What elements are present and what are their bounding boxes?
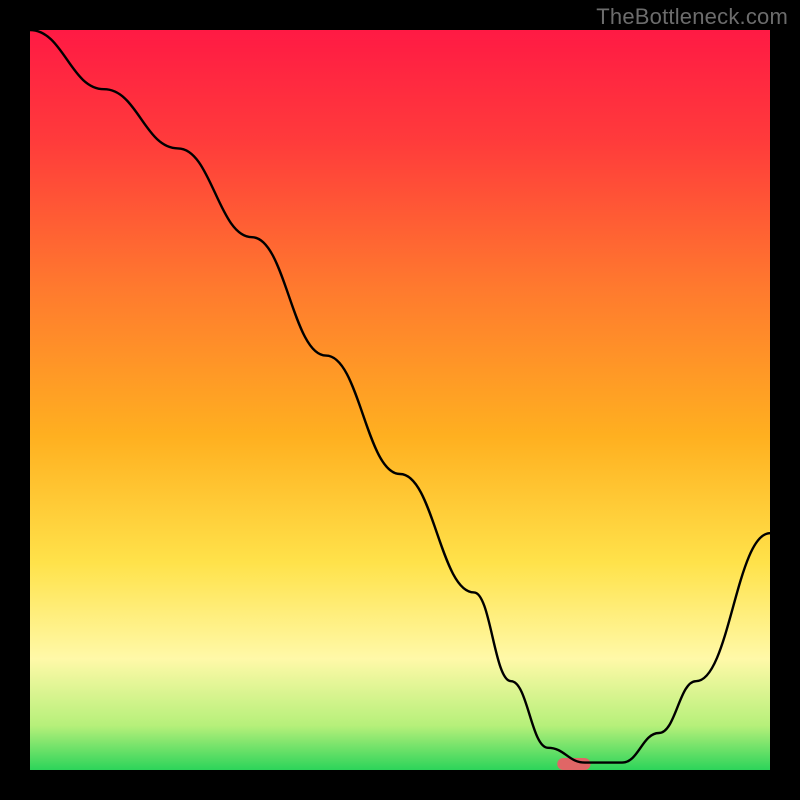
gradient-background <box>30 30 770 770</box>
plot-area <box>30 30 770 770</box>
chart-container: TheBottleneck.com <box>0 0 800 800</box>
watermark-label: TheBottleneck.com <box>596 4 788 30</box>
chart-svg <box>30 30 770 770</box>
